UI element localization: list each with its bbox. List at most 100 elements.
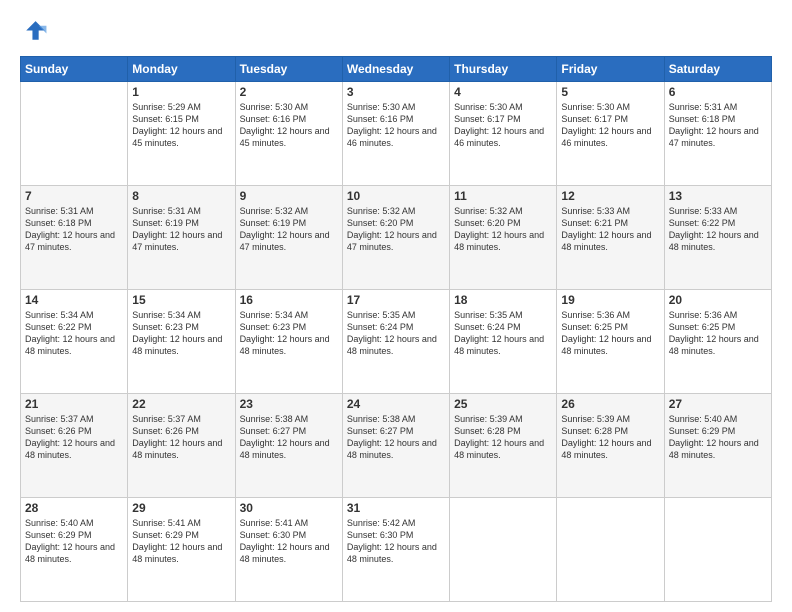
- day-number: 5: [561, 85, 659, 99]
- calendar-cell: 24 Sunrise: 5:38 AMSunset: 6:27 PMDayligh…: [342, 394, 449, 498]
- col-header-wednesday: Wednesday: [342, 57, 449, 82]
- calendar-cell: 26 Sunrise: 5:39 AMSunset: 6:28 PMDayligh…: [557, 394, 664, 498]
- cell-info: Sunrise: 5:30 AMSunset: 6:17 PMDaylight:…: [454, 101, 552, 150]
- day-number: 3: [347, 85, 445, 99]
- col-header-monday: Monday: [128, 57, 235, 82]
- calendar-cell: 23 Sunrise: 5:38 AMSunset: 6:27 PMDayligh…: [235, 394, 342, 498]
- cell-info: Sunrise: 5:37 AMSunset: 6:26 PMDaylight:…: [25, 413, 123, 462]
- calendar-week-row: 21 Sunrise: 5:37 AMSunset: 6:26 PMDayligh…: [21, 394, 772, 498]
- calendar-cell: 25 Sunrise: 5:39 AMSunset: 6:28 PMDayligh…: [450, 394, 557, 498]
- col-header-thursday: Thursday: [450, 57, 557, 82]
- calendar-cell: 19Sunrise: 5:36 AMSunset: 6:25 PMDayligh…: [557, 290, 664, 394]
- day-number: 26: [561, 397, 659, 411]
- calendar-week-row: 7Sunrise: 5:31 AMSunset: 6:18 PMDaylight…: [21, 186, 772, 290]
- calendar-week-row: 1 Sunrise: 5:29 AMSunset: 6:15 PMDaylight…: [21, 82, 772, 186]
- cell-info: Sunrise: 5:40 AMSunset: 6:29 PMDaylight:…: [25, 517, 123, 566]
- cell-info: Sunrise: 5:40 AMSunset: 6:29 PMDaylight:…: [669, 413, 767, 462]
- calendar-cell: [664, 498, 771, 602]
- day-number: 31: [347, 501, 445, 515]
- calendar-cell: 6Sunrise: 5:31 AMSunset: 6:18 PMDaylight…: [664, 82, 771, 186]
- cell-info: Sunrise: 5:33 AMSunset: 6:22 PMDaylight:…: [669, 205, 767, 254]
- day-number: 12: [561, 189, 659, 203]
- header: [20, 18, 772, 46]
- day-number: 30: [240, 501, 338, 515]
- day-number: 10: [347, 189, 445, 203]
- cell-info: Sunrise: 5:41 AMSunset: 6:30 PMDaylight:…: [240, 517, 338, 566]
- day-number: 4: [454, 85, 552, 99]
- calendar-cell: 9 Sunrise: 5:32 AMSunset: 6:19 PMDaylight…: [235, 186, 342, 290]
- day-number: 25: [454, 397, 552, 411]
- calendar-week-row: 14 Sunrise: 5:34 AMSunset: 6:22 PMDayligh…: [21, 290, 772, 394]
- day-number: 22: [132, 397, 230, 411]
- day-number: 21: [25, 397, 123, 411]
- day-number: 27: [669, 397, 767, 411]
- day-number: 1: [132, 85, 230, 99]
- cell-info: Sunrise: 5:34 AMSunset: 6:23 PMDaylight:…: [132, 309, 230, 358]
- cell-info: Sunrise: 5:38 AMSunset: 6:27 PMDaylight:…: [240, 413, 338, 462]
- calendar-cell: 27 Sunrise: 5:40 AMSunset: 6:29 PMDayligh…: [664, 394, 771, 498]
- day-number: 28: [25, 501, 123, 515]
- day-number: 24: [347, 397, 445, 411]
- logo-icon: [20, 18, 48, 46]
- day-number: 8: [132, 189, 230, 203]
- col-header-tuesday: Tuesday: [235, 57, 342, 82]
- day-number: 16: [240, 293, 338, 307]
- calendar-cell: 28 Sunrise: 5:40 AMSunset: 6:29 PMDayligh…: [21, 498, 128, 602]
- cell-info: Sunrise: 5:30 AMSunset: 6:17 PMDaylight:…: [561, 101, 659, 150]
- cell-info: Sunrise: 5:32 AMSunset: 6:19 PMDaylight:…: [240, 205, 338, 254]
- calendar-cell: 31 Sunrise: 5:42 AMSunset: 6:30 PMDayligh…: [342, 498, 449, 602]
- cell-info: Sunrise: 5:32 AMSunset: 6:20 PMDaylight:…: [347, 205, 445, 254]
- cell-info: Sunrise: 5:30 AMSunset: 6:16 PMDaylight:…: [240, 101, 338, 150]
- cell-info: Sunrise: 5:35 AMSunset: 6:24 PMDaylight:…: [454, 309, 552, 358]
- page: SundayMondayTuesdayWednesdayThursdayFrid…: [0, 0, 792, 612]
- calendar-cell: 3 Sunrise: 5:30 AMSunset: 6:16 PMDaylight…: [342, 82, 449, 186]
- cell-info: Sunrise: 5:38 AMSunset: 6:27 PMDaylight:…: [347, 413, 445, 462]
- cell-info: Sunrise: 5:32 AMSunset: 6:20 PMDaylight:…: [454, 205, 552, 254]
- calendar-cell: 22 Sunrise: 5:37 AMSunset: 6:26 PMDayligh…: [128, 394, 235, 498]
- cell-info: Sunrise: 5:42 AMSunset: 6:30 PMDaylight:…: [347, 517, 445, 566]
- calendar-cell: 21 Sunrise: 5:37 AMSunset: 6:26 PMDayligh…: [21, 394, 128, 498]
- calendar-cell: [557, 498, 664, 602]
- cell-info: Sunrise: 5:29 AMSunset: 6:15 PMDaylight:…: [132, 101, 230, 150]
- calendar-cell: 15 Sunrise: 5:34 AMSunset: 6:23 PMDayligh…: [128, 290, 235, 394]
- calendar-cell: 18Sunrise: 5:35 AMSunset: 6:24 PMDayligh…: [450, 290, 557, 394]
- cell-info: Sunrise: 5:30 AMSunset: 6:16 PMDaylight:…: [347, 101, 445, 150]
- calendar-cell: 7Sunrise: 5:31 AMSunset: 6:18 PMDaylight…: [21, 186, 128, 290]
- calendar-cell: 1 Sunrise: 5:29 AMSunset: 6:15 PMDaylight…: [128, 82, 235, 186]
- calendar-cell: 16 Sunrise: 5:34 AMSunset: 6:23 PMDayligh…: [235, 290, 342, 394]
- col-header-friday: Friday: [557, 57, 664, 82]
- cell-info: Sunrise: 5:39 AMSunset: 6:28 PMDaylight:…: [561, 413, 659, 462]
- day-number: 29: [132, 501, 230, 515]
- cell-info: Sunrise: 5:39 AMSunset: 6:28 PMDaylight:…: [454, 413, 552, 462]
- logo: [20, 18, 50, 46]
- cell-info: Sunrise: 5:34 AMSunset: 6:23 PMDaylight:…: [240, 309, 338, 358]
- calendar-cell: 30 Sunrise: 5:41 AMSunset: 6:30 PMDayligh…: [235, 498, 342, 602]
- calendar-cell: 5 Sunrise: 5:30 AMSunset: 6:17 PMDaylight…: [557, 82, 664, 186]
- calendar: SundayMondayTuesdayWednesdayThursdayFrid…: [20, 56, 772, 602]
- cell-info: Sunrise: 5:36 AMSunset: 6:25 PMDaylight:…: [669, 309, 767, 358]
- cell-info: Sunrise: 5:31 AMSunset: 6:18 PMDaylight:…: [25, 205, 123, 254]
- day-number: 9: [240, 189, 338, 203]
- day-number: 17: [347, 293, 445, 307]
- calendar-cell: 12Sunrise: 5:33 AMSunset: 6:21 PMDayligh…: [557, 186, 664, 290]
- day-number: 2: [240, 85, 338, 99]
- calendar-header-row: SundayMondayTuesdayWednesdayThursdayFrid…: [21, 57, 772, 82]
- calendar-cell: 8Sunrise: 5:31 AMSunset: 6:19 PMDaylight…: [128, 186, 235, 290]
- day-number: 11: [454, 189, 552, 203]
- cell-info: Sunrise: 5:36 AMSunset: 6:25 PMDaylight:…: [561, 309, 659, 358]
- day-number: 15: [132, 293, 230, 307]
- day-number: 14: [25, 293, 123, 307]
- day-number: 23: [240, 397, 338, 411]
- cell-info: Sunrise: 5:34 AMSunset: 6:22 PMDaylight:…: [25, 309, 123, 358]
- calendar-week-row: 28 Sunrise: 5:40 AMSunset: 6:29 PMDayligh…: [21, 498, 772, 602]
- cell-info: Sunrise: 5:37 AMSunset: 6:26 PMDaylight:…: [132, 413, 230, 462]
- col-header-saturday: Saturday: [664, 57, 771, 82]
- calendar-cell: 2 Sunrise: 5:30 AMSunset: 6:16 PMDaylight…: [235, 82, 342, 186]
- calendar-cell: 17Sunrise: 5:35 AMSunset: 6:24 PMDayligh…: [342, 290, 449, 394]
- calendar-cell: [21, 82, 128, 186]
- calendar-cell: 20 Sunrise: 5:36 AMSunset: 6:25 PMDayligh…: [664, 290, 771, 394]
- calendar-cell: [450, 498, 557, 602]
- cell-info: Sunrise: 5:31 AMSunset: 6:18 PMDaylight:…: [669, 101, 767, 150]
- calendar-cell: 10 Sunrise: 5:32 AMSunset: 6:20 PMDayligh…: [342, 186, 449, 290]
- day-number: 20: [669, 293, 767, 307]
